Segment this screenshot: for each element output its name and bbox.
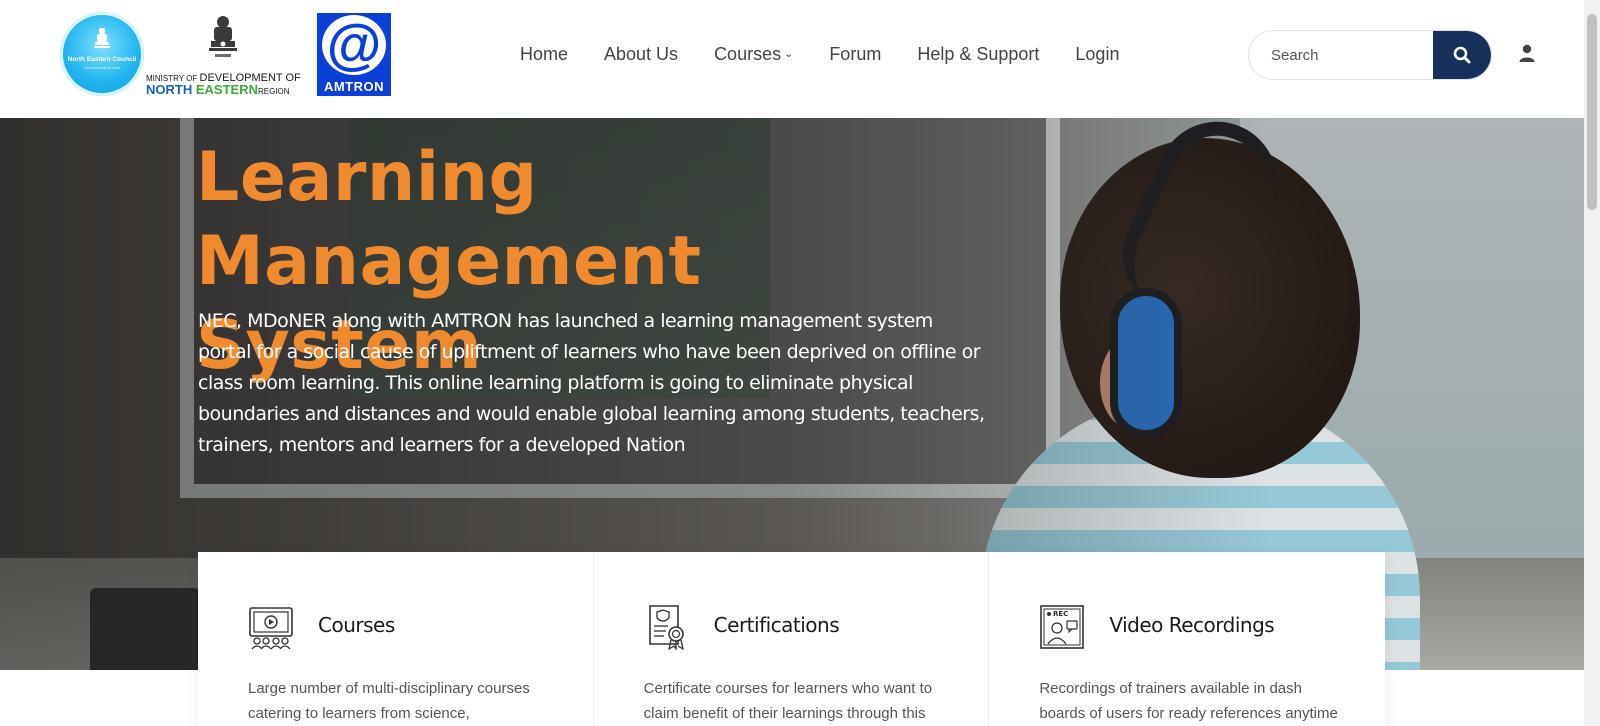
user-icon[interactable] bbox=[1518, 44, 1536, 64]
feature-title: Video Recordings bbox=[1109, 613, 1275, 637]
national-emblem-icon bbox=[94, 28, 110, 48]
hero-description: NEC, MDoNER along with AMTRON has launch… bbox=[198, 310, 985, 456]
nav-about-us[interactable]: About Us bbox=[604, 44, 678, 65]
feature-description: Recordings of trainers available in dash… bbox=[1039, 680, 1338, 722]
ashoka-emblem-icon bbox=[209, 16, 237, 57]
search-box bbox=[1248, 30, 1492, 80]
mdoner-north-text: NORTH bbox=[146, 82, 196, 97]
nec-logo-subtext: Government of India bbox=[83, 65, 121, 70]
nav-forum[interactable]: Forum bbox=[829, 44, 881, 65]
certificate-icon bbox=[648, 605, 684, 650]
feature-title: Certifications bbox=[713, 613, 840, 637]
mdoner-region-text: REGION bbox=[257, 87, 290, 96]
site-header: North Eastern Council Government of Indi… bbox=[0, 0, 1584, 118]
feature-title: Courses bbox=[318, 613, 395, 637]
nec-logo-text: North Eastern Council bbox=[67, 56, 137, 63]
feature-card-courses[interactable]: Courses Large number of multi-disciplina… bbox=[198, 552, 594, 726]
amtron-at-symbol: @ bbox=[322, 15, 386, 75]
search-input[interactable] bbox=[1249, 31, 1433, 79]
feature-description: Certificate courses for learners who wan… bbox=[643, 680, 933, 722]
nav-help-support[interactable]: Help & Support bbox=[917, 44, 1039, 65]
search-button[interactable] bbox=[1433, 31, 1491, 79]
mdoner-logo-line2: NORTH EASTERNREGION bbox=[146, 81, 308, 99]
nav-courses[interactable]: Courses ⌄ bbox=[714, 44, 793, 65]
feature-description: Large number of multi-disciplinary cours… bbox=[248, 680, 530, 722]
search-icon bbox=[1453, 46, 1471, 64]
nav-login[interactable]: Login bbox=[1075, 44, 1119, 65]
hero-title-line1: Learning bbox=[196, 138, 538, 217]
svg-text:REC: REC bbox=[1053, 610, 1068, 618]
feature-cards: Courses Large number of multi-disciplina… bbox=[198, 552, 1385, 726]
page-scrollbar[interactable] bbox=[1584, 0, 1600, 726]
nav-courses-label: Courses bbox=[714, 44, 782, 64]
scrollbar-thumb[interactable] bbox=[1587, 14, 1597, 210]
feature-card-certifications[interactable]: Certifications Certificate courses for l… bbox=[594, 552, 990, 726]
amtron-logo-label: AMTRON bbox=[323, 79, 385, 94]
mdoner-eastern-text: EASTERN bbox=[195, 82, 258, 97]
nec-logo[interactable]: North Eastern Council Government of Indi… bbox=[60, 12, 144, 96]
mdoner-logo[interactable]: MINISTRY OF DEVELOPMENT OF NORTH EASTERN… bbox=[146, 12, 308, 98]
courses-icon bbox=[249, 607, 293, 650]
amtron-logo[interactable]: @ AMTRON bbox=[317, 13, 391, 96]
chevron-down-icon: ⌄ bbox=[784, 48, 794, 60]
main-nav: Home About Us Courses ⌄ Forum Help & Supp… bbox=[520, 44, 1155, 65]
nav-home[interactable]: Home bbox=[520, 44, 568, 65]
video-recording-icon: REC bbox=[1040, 605, 1085, 649]
feature-card-video-recordings[interactable]: REC Video Recordings Recordings of train… bbox=[989, 552, 1385, 726]
